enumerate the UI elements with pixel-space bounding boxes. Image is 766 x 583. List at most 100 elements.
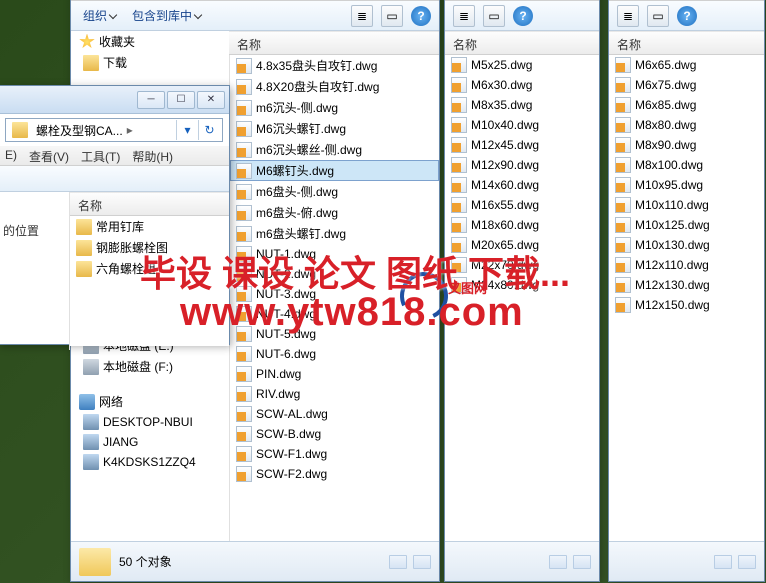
file-item[interactable]: M10x95.dwg [609, 175, 764, 195]
view-tiles-icon[interactable] [573, 555, 591, 569]
file-item[interactable]: M6螺钉头.dwg [230, 160, 439, 181]
view-tiles-icon[interactable] [413, 555, 431, 569]
file-item[interactable]: M8x90.dwg [609, 135, 764, 155]
help-icon[interactable]: ? [513, 6, 533, 26]
file-item[interactable]: 4.8x35盘头自攻钉.dwg [230, 55, 439, 76]
view-mode-button[interactable]: ≣ [351, 5, 373, 27]
file-name: M10x40.dwg [471, 118, 539, 132]
file-item[interactable]: NUT-4.dwg [230, 304, 439, 324]
tree-pc2[interactable]: JIANG [71, 432, 229, 452]
address-bar[interactable]: 螺栓及型钢CA... ▸ ▾ ↻ [5, 118, 223, 142]
file-item[interactable]: m6沉头螺丝-侧.dwg [230, 139, 439, 160]
column-header-name[interactable]: 名称 [229, 31, 439, 55]
file-item[interactable]: M12x45.dwg [445, 135, 599, 155]
view-tiles-icon[interactable] [738, 555, 756, 569]
include-library-button[interactable]: 包含到库中 [128, 5, 205, 26]
view-mode-button[interactable]: ≣ [453, 5, 475, 27]
file-list-main[interactable]: 4.8x35盘头自攻钉.dwg4.8X20盘头自攻钉.dwgm6沉头-侧.dwg… [229, 55, 439, 541]
file-item[interactable]: M6x75.dwg [609, 75, 764, 95]
menu-tools[interactable]: 工具(T) [81, 148, 120, 163]
file-name: M12x110.dwg [635, 258, 709, 272]
menu-view[interactable]: 查看(V) [29, 148, 69, 163]
file-item[interactable]: M22x70.dwg [445, 255, 599, 275]
view-details-icon[interactable] [549, 555, 567, 569]
close-button[interactable]: ✕ [197, 91, 225, 109]
view-details-icon[interactable] [389, 555, 407, 569]
preview-pane-button[interactable]: ▭ [381, 5, 403, 27]
file-item[interactable]: M10x40.dwg [445, 115, 599, 135]
tree-network[interactable]: 网络 [71, 391, 229, 412]
file-item[interactable]: M10x125.dwg [609, 215, 764, 235]
file-item[interactable]: M12x110.dwg [609, 255, 764, 275]
file-item[interactable]: M12x90.dwg [445, 155, 599, 175]
file-list-3[interactable]: M6x65.dwg M6x75.dwgM6x85.dwgM8x80.dwgM8x9… [609, 55, 764, 541]
help-icon[interactable]: ? [677, 6, 697, 26]
file-item[interactable]: SCW-F2.dwg [230, 464, 439, 484]
file-item[interactable]: M10x130.dwg [609, 235, 764, 255]
file-item[interactable]: M12x130.dwg [609, 275, 764, 295]
file-item[interactable]: M8x35.dwg [445, 95, 599, 115]
file-item[interactable]: M6x85.dwg [609, 95, 764, 115]
minimize-button[interactable]: ─ [137, 91, 165, 109]
column-header-name[interactable]: 名称 [70, 192, 229, 216]
help-icon[interactable]: ? [411, 6, 431, 26]
file-item[interactable]: SCW-B.dwg [230, 424, 439, 444]
file-item[interactable]: NUT-3.dwg [230, 284, 439, 304]
file-item[interactable]: NUT-6.dwg [230, 344, 439, 364]
file-item[interactable]: RIV.dwg [230, 384, 439, 404]
file-item[interactable]: SCW-F1.dwg [230, 444, 439, 464]
file-item[interactable]: M10x110.dwg [609, 195, 764, 215]
tree-pc1[interactable]: DESKTOP-NBUI [71, 412, 229, 432]
preview-pane-button[interactable]: ▭ [647, 5, 669, 27]
view-details-icon[interactable] [714, 555, 732, 569]
folder-item[interactable]: 六角螺栓组 [70, 258, 229, 279]
file-item[interactable]: m6盘头-侧.dwg [230, 181, 439, 202]
view-mode-button[interactable]: ≣ [617, 5, 639, 27]
refresh-button[interactable]: ↻ [198, 120, 220, 140]
file-item[interactable]: m6盘头-俯.dwg [230, 202, 439, 223]
dwg-icon [451, 117, 467, 133]
file-item[interactable]: PIN.dwg [230, 364, 439, 384]
organize-button[interactable]: 组织 [79, 5, 120, 26]
tree-drive-f[interactable]: 本地磁盘 (F:) [71, 356, 229, 377]
folder-item[interactable]: 钢膨胀螺栓图 [70, 237, 229, 258]
folder-list[interactable]: 常用钉库 钢膨胀螺栓图 六角螺栓组 [70, 216, 229, 346]
file-item[interactable]: 4.8X20盘头自攻钉.dwg [230, 76, 439, 97]
file-item[interactable]: M6x30.dwg [445, 75, 599, 95]
file-item[interactable]: M6沉头螺钉.dwg [230, 118, 439, 139]
file-item[interactable]: M14x60.dwg [445, 175, 599, 195]
folder-icon [83, 55, 99, 71]
preview-pane-button[interactable]: ▭ [483, 5, 505, 27]
maximize-button[interactable]: ☐ [167, 91, 195, 109]
title-bar[interactable]: ─ ☐ ✕ [0, 86, 229, 114]
tree-pc3[interactable]: K4KDSKS1ZZQ4 [71, 452, 229, 472]
menu-help[interactable]: 帮助(H) [132, 148, 173, 163]
file-item[interactable]: NUT-2.dwg [230, 264, 439, 284]
file-item[interactable]: M6x65.dwg [609, 55, 764, 75]
file-item[interactable]: M8x100.dwg [609, 155, 764, 175]
menu-edit-letter[interactable]: E) [5, 148, 17, 163]
breadcrumb-segment[interactable]: 螺栓及型钢CA... [32, 122, 127, 139]
tree-downloads[interactable]: 下载 [71, 52, 229, 73]
column-header-name[interactable]: 名称 [609, 31, 764, 55]
file-item[interactable]: M16x55.dwg [445, 195, 599, 215]
file-item[interactable]: M12x150.dwg [609, 295, 764, 315]
file-item[interactable]: SCW-AL.dwg [230, 404, 439, 424]
folder-icon [76, 219, 92, 235]
file-item[interactable]: M5x25.dwg [445, 55, 599, 75]
dropdown-button[interactable]: ▾ [176, 120, 198, 140]
file-item[interactable]: NUT-5.dwg [230, 324, 439, 344]
file-item[interactable]: M20x65.dwg [445, 235, 599, 255]
tree-favorites[interactable]: 收藏夹 [71, 31, 229, 52]
folder-item[interactable]: 常用钉库 [70, 216, 229, 237]
file-item[interactable]: M8x80.dwg [609, 115, 764, 135]
file-item[interactable]: M18x60.dwg [445, 215, 599, 235]
file-item[interactable]: m6沉头-侧.dwg [230, 97, 439, 118]
file-item[interactable]: m6盘头螺钉.dwg [230, 223, 439, 244]
file-name: M6螺钉头.dwg [256, 162, 334, 179]
dwg-icon [615, 157, 631, 173]
column-header-name[interactable]: 名称 [445, 31, 599, 55]
file-item[interactable]: NUT-1.dwg [230, 244, 439, 264]
file-name: M6x65.dwg [635, 58, 696, 72]
file-list-2[interactable]: M5x25.dwgM6x30.dwgM8x35.dwg M10x40.dwg M12… [445, 55, 599, 541]
